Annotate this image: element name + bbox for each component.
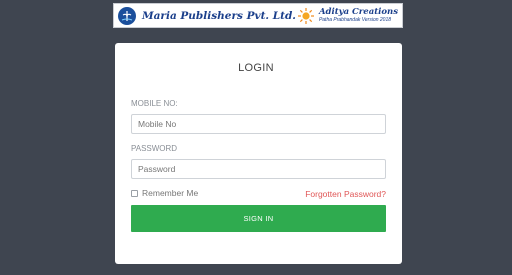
partner-tagline: Patha Prabhandak Version 2018 [318,16,392,23]
publisher-name: Maria Publishers Pvt. Ltd. [142,9,296,22]
publisher-brand: Maria Publishers Pvt. Ltd. [118,6,296,25]
forgot-password-link[interactable]: Forgotten Password? [305,189,386,199]
partner-brand: Aditya Creations Patha Prabhandak Versio… [297,7,398,25]
password-input[interactable] [131,159,386,179]
remember-label: Remember Me [142,188,199,198]
login-title: LOGIN [238,62,274,74]
maria-logo-icon [118,6,136,25]
remember-checkbox[interactable] [131,189,138,197]
mobile-input[interactable] [131,114,386,134]
sun-logo-icon [297,7,315,25]
partner-name: Aditya Creations [318,7,398,18]
mobile-label: MOBILE NO: [131,99,178,108]
password-label: PASSWORD [131,144,178,153]
partner-text: Aditya Creations Patha Prabhandak Versio… [319,8,398,23]
remember-me[interactable]: Remember Me [131,188,198,198]
signin-button[interactable]: SIGN IN [131,205,386,232]
header-banner: Maria Publishers Pvt. Ltd. Aditya Creati… [113,3,403,28]
